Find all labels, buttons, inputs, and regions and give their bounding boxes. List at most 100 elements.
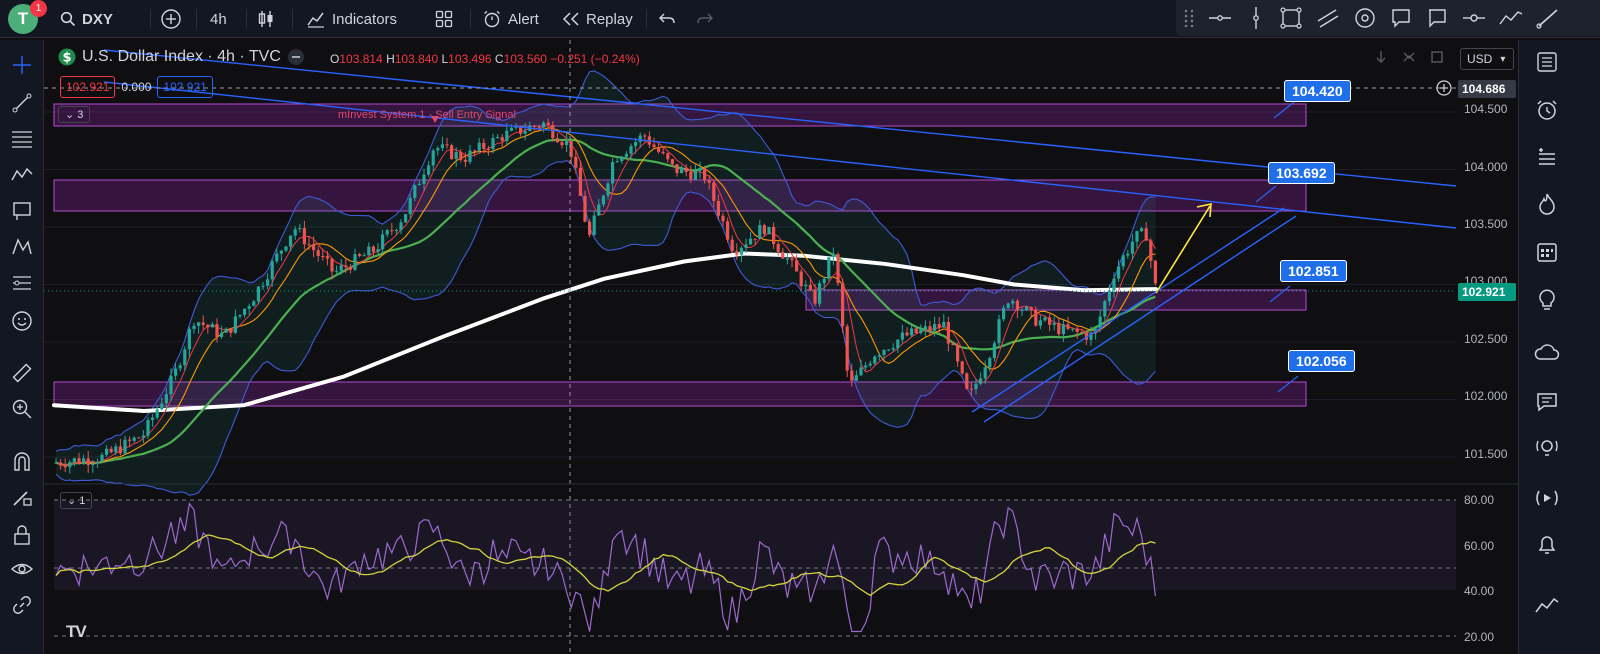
- candle-body: [877, 354, 881, 357]
- candle-body: [546, 122, 550, 125]
- candle-body: [1006, 303, 1010, 308]
- candle-body: [321, 255, 325, 257]
- parallel-channel-icon[interactable]: [1316, 7, 1340, 29]
- candle-body: [744, 244, 748, 248]
- candle-body: [882, 349, 886, 355]
- callout-103692[interactable]: 103.692: [1268, 162, 1335, 184]
- candle-body: [201, 322, 205, 325]
- path-icon[interactable]: [1498, 7, 1524, 29]
- chart-area[interactable]: $ U.S. Dollar Index · 4h · TVC O103.814 …: [44, 40, 1518, 654]
- rectangle-icon[interactable]: [1280, 7, 1302, 29]
- pattern-tool[interactable]: [9, 162, 35, 188]
- indicators-toggle[interactable]: ⌄ 3: [58, 106, 91, 123]
- candle-body: [680, 167, 684, 174]
- streams-button[interactable]: [1533, 484, 1561, 512]
- candlestick-icon: [258, 11, 273, 27]
- crosshair-tool[interactable]: [9, 52, 35, 78]
- indicators-button[interactable]: Indicators: [306, 5, 397, 33]
- callout-102056[interactable]: 102.056: [1288, 350, 1355, 372]
- calendar-button[interactable]: [1533, 238, 1561, 266]
- messages-button[interactable]: [1533, 388, 1561, 416]
- notification-count: 1: [35, 3, 42, 14]
- svg-text:$: $: [62, 51, 71, 66]
- pine-editor-button[interactable]: [1533, 592, 1561, 620]
- pencil-lock-icon: [13, 491, 32, 506]
- lock-drawings-tool[interactable]: [9, 522, 35, 548]
- interval-button[interactable]: 4h: [210, 5, 227, 33]
- symbol-search-button[interactable]: DXY: [60, 5, 113, 33]
- stay-in-drawing-tool[interactable]: [9, 484, 35, 510]
- signals-button[interactable]: [1533, 434, 1561, 462]
- candle-body: [229, 328, 233, 333]
- price-axis[interactable]: 104.686 104.500 104.000 103.500 103.000 …: [1456, 40, 1518, 654]
- link-icon: [13, 596, 31, 614]
- add-alert-plus-icon[interactable]: [1436, 80, 1452, 96]
- collapse-icon[interactable]: [287, 48, 305, 66]
- drag-handle-icon[interactable]: [1184, 9, 1194, 27]
- crosshair-icon: [13, 56, 31, 74]
- candle-body: [868, 363, 872, 366]
- hide-drawings-tool[interactable]: [9, 556, 35, 582]
- notifications-button[interactable]: [1533, 530, 1561, 558]
- scroll-to-latest-icon[interactable]: [1374, 50, 1388, 64]
- candle-body: [77, 458, 81, 464]
- alert-button[interactable]: Alert: [482, 5, 539, 33]
- annotation-tool[interactable]: [9, 198, 35, 224]
- pencil-icon[interactable]: [1536, 7, 1560, 29]
- price-tick: 104.000: [1464, 160, 1508, 174]
- undo-button[interactable]: [658, 5, 676, 33]
- data-window-button[interactable]: [1533, 144, 1561, 172]
- candle-body: [436, 148, 440, 151]
- candle-body: [804, 284, 808, 287]
- vertical-line-icon[interactable]: [1248, 6, 1264, 30]
- maximize-icon[interactable]: [1430, 50, 1444, 64]
- candle-body: [611, 162, 615, 184]
- tradingview-logo[interactable]: TV: [66, 622, 87, 642]
- callout-104420[interactable]: 104.420: [1284, 80, 1351, 102]
- candle-body: [404, 214, 408, 223]
- xabcd-tool[interactable]: [9, 234, 35, 260]
- target-icon[interactable]: [1354, 7, 1376, 29]
- rsi-pane-toggle[interactable]: ⌄ 1: [60, 492, 93, 509]
- candle-body: [362, 255, 366, 257]
- compare-symbol-button[interactable]: [160, 5, 182, 33]
- candle-body: [59, 462, 63, 466]
- zoom-tool[interactable]: [9, 396, 35, 422]
- projection-arrow-shaft[interactable]: [1155, 205, 1211, 294]
- redo-button[interactable]: [696, 5, 714, 33]
- candle-body: [215, 324, 219, 337]
- replay-label: Replay: [586, 10, 633, 28]
- redo-icon: [697, 13, 713, 24]
- chart-type-button[interactable]: [256, 5, 276, 33]
- bollinger-band-fill: [56, 71, 1156, 496]
- alerts-button[interactable]: [1533, 96, 1561, 124]
- buy-button[interactable]: 102.921: [157, 76, 213, 98]
- close-value: 103.560: [503, 52, 547, 66]
- collapse-pane-icon[interactable]: [1402, 50, 1416, 64]
- emoji-tool[interactable]: [9, 308, 35, 334]
- top-toolbar: T 1 DXY 4h Indicators Alert Replay: [0, 0, 1600, 38]
- note-icon[interactable]: [1426, 7, 1448, 29]
- hotlists-button[interactable]: [1533, 190, 1561, 218]
- watchlist-button[interactable]: [1533, 48, 1561, 76]
- chats-button[interactable]: [1533, 340, 1561, 368]
- measure-tool[interactable]: [9, 360, 35, 386]
- callout-icon[interactable]: [1390, 7, 1412, 29]
- candle-body: [385, 230, 389, 235]
- price-line-icon[interactable]: [1462, 8, 1486, 28]
- prediction-tool[interactable]: [9, 270, 35, 296]
- price-chart-canvas[interactable]: [44, 40, 1518, 654]
- horizontal-line-icon[interactable]: [1208, 8, 1232, 28]
- candle-body: [394, 229, 398, 231]
- sell-button[interactable]: 102.921: [60, 76, 116, 98]
- symbol-legend[interactable]: $ U.S. Dollar Index · 4h · TVC: [58, 48, 305, 66]
- trend-line-tool[interactable]: [9, 90, 35, 116]
- layouts-button[interactable]: [434, 5, 454, 33]
- sync-drawings-tool[interactable]: [9, 592, 35, 618]
- replay-button[interactable]: Replay: [562, 5, 633, 33]
- candle-body: [845, 326, 849, 371]
- fib-tool[interactable]: [9, 126, 35, 152]
- callout-102851[interactable]: 102.851: [1280, 260, 1347, 282]
- magnet-tool[interactable]: [9, 448, 35, 474]
- ideas-button[interactable]: [1533, 286, 1561, 314]
